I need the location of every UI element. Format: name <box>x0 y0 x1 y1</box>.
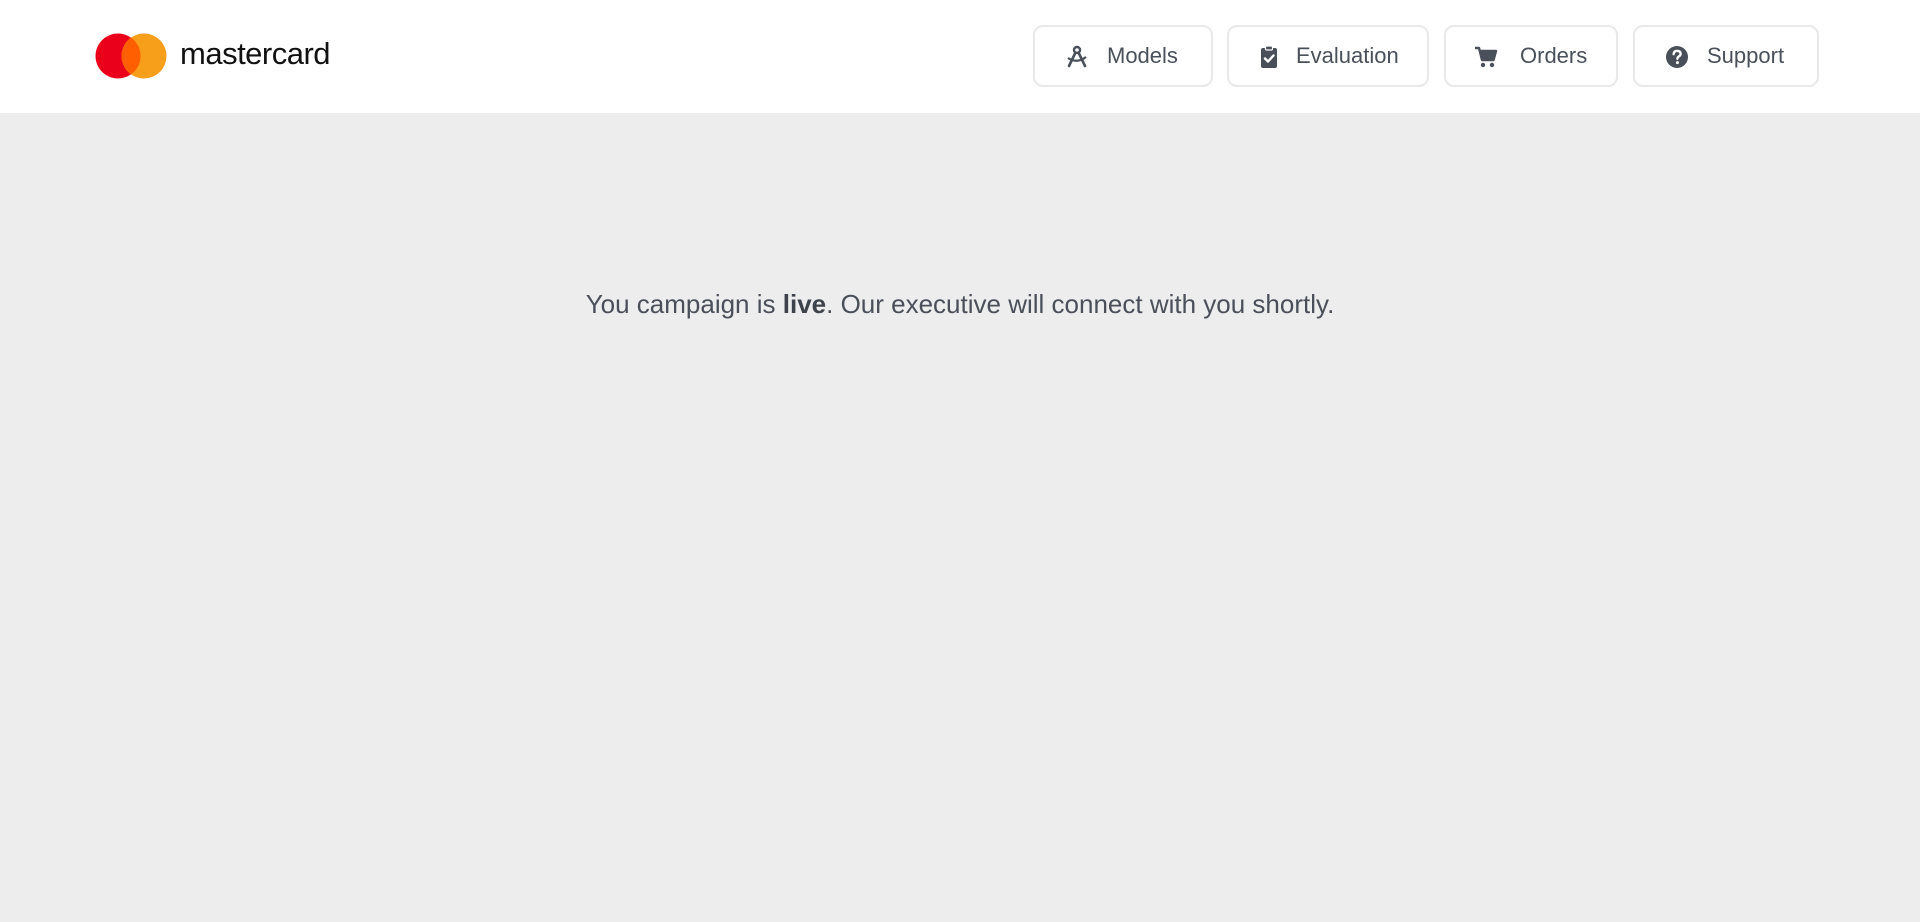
nav-support-label: Support <box>1707 43 1785 68</box>
nav-orders-label: Orders <box>1520 43 1588 68</box>
nav-models-button[interactable]: Models <box>1033 25 1213 87</box>
nav-support-button[interactable]: Support <box>1633 25 1819 87</box>
message-suffix: . Our executive will connect with you sh… <box>826 289 1335 319</box>
nav-orders-button[interactable]: Orders <box>1444 25 1618 87</box>
nav-evaluation-button[interactable]: Evaluation <box>1227 25 1429 87</box>
campaign-status-message: You campaign is live. Our executive will… <box>0 286 1920 322</box>
mastercard-circles-icon <box>95 33 167 79</box>
message-live-highlight: live <box>782 289 827 319</box>
clipboard-check-icon <box>1261 45 1277 68</box>
top-header: mastercard Models Evaluation Orders Supp… <box>0 0 1920 113</box>
drafting-compass-icon <box>1067 45 1087 68</box>
brand-wordmark: mastercard <box>180 36 331 71</box>
nav-models-label: Models <box>1107 43 1178 68</box>
message-prefix: You campaign is <box>585 289 783 319</box>
mastercard-logo[interactable]: mastercard <box>95 33 331 79</box>
nav-evaluation-label: Evaluation <box>1296 43 1399 68</box>
shopping-cart-icon <box>1475 46 1498 68</box>
question-circle-icon <box>1666 46 1688 68</box>
